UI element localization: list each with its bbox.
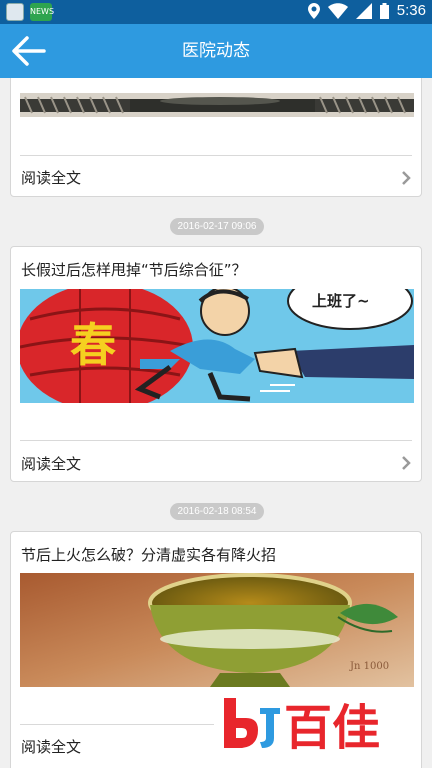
app-notification-icon — [6, 3, 24, 21]
date-badge: 2016-02-17 09:06 — [170, 218, 264, 235]
signal-icon — [355, 2, 372, 19]
status-right: 5:36 — [307, 2, 426, 19]
status-bar: NEWS 5:36 — [0, 0, 432, 24]
wifi-icon — [327, 2, 348, 19]
read-more-link[interactable]: 阅读全文 — [21, 453, 81, 474]
clock: 5:36 — [396, 2, 426, 19]
chevron-right-icon — [402, 171, 411, 185]
article-card[interactable]: 长假过后怎样甩掉“节后综合征”？ 春 上班了~ 阅读全文 — [10, 246, 422, 482]
divider — [20, 440, 412, 441]
article-title: 长假过后怎样甩掉“节后综合征”？ — [21, 261, 247, 279]
watermark-logo: 百佳 — [214, 692, 414, 756]
image-text-speech: 上班了~ — [312, 292, 370, 310]
image-cup-text: Jn 1000 — [349, 661, 389, 672]
status-left: NEWS — [6, 3, 54, 21]
news-notification-icon: NEWS — [30, 3, 54, 21]
watermark-text: 百佳 — [284, 700, 380, 754]
page-title: 医院动态 — [182, 41, 250, 61]
divider — [20, 155, 412, 156]
article-image: 春 上班了~ — [20, 289, 414, 403]
battery-icon — [379, 2, 389, 19]
read-more-link[interactable]: 阅读全文 — [21, 167, 81, 188]
article-list[interactable]: 阅读全文 2016-02-17 09:06 长假过后怎样甩掉“节后综合征”？ 春 — [0, 78, 432, 768]
article-image: Jn 1000 — [20, 573, 414, 687]
date-badge: 2016-02-18 08:54 — [170, 503, 264, 520]
location-icon — [307, 2, 320, 19]
article-card[interactable]: 阅读全文 — [10, 78, 422, 197]
read-more-link[interactable]: 阅读全文 — [21, 736, 81, 757]
chevron-right-icon — [402, 456, 411, 470]
title-bar: 医院动态 — [0, 24, 432, 78]
image-text-spring: 春 — [70, 318, 116, 372]
article-title: 节后上火怎么破？分清虚实各有降火招 — [21, 546, 277, 564]
article-image — [20, 93, 414, 117]
